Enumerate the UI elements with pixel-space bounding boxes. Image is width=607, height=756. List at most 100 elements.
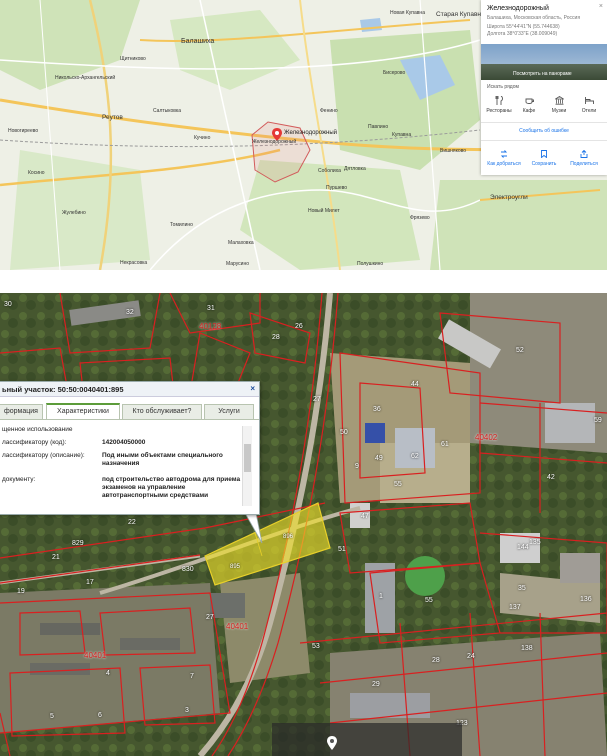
- row-value: под строительство автодрома для приема э…: [102, 476, 241, 499]
- row-key: документу:: [2, 476, 36, 483]
- lot-number: 9: [355, 463, 359, 470]
- row-value: 142004050000: [102, 439, 146, 446]
- nearby-label: Отели: [581, 108, 597, 114]
- place-info-panel: Железнодорожный × Балашиха, Московская о…: [481, 0, 607, 175]
- lot-number: 135: [529, 539, 541, 546]
- lot-number: 27: [313, 396, 321, 403]
- city-zheleznodorozhny-sub: Железнодорожный: [252, 139, 297, 145]
- label-830: 830: [182, 566, 194, 573]
- place-label: Косино: [28, 170, 45, 176]
- place-label: Бисерово: [383, 70, 406, 76]
- place-label: Щитниково: [120, 56, 146, 62]
- label-895: 895: [230, 564, 241, 570]
- lot-number: 29: [372, 681, 380, 688]
- place-label: Кучино: [194, 135, 211, 141]
- nearby-cafes-button[interactable]: Кафе: [514, 96, 544, 114]
- place-label: Новый Милет: [308, 208, 340, 214]
- report-error-link[interactable]: Сообщить об ошибке: [481, 128, 607, 134]
- place-label: Купавна: [392, 132, 412, 138]
- save-button[interactable]: Сохранить: [524, 150, 564, 167]
- row-key: лассификатору (описание):: [2, 452, 85, 459]
- lot-number: 49: [375, 455, 383, 462]
- location-pin-icon[interactable]: [327, 736, 337, 750]
- nearby-restaurants-button[interactable]: Рестораны: [484, 96, 514, 114]
- lot-number: 144: [517, 544, 529, 551]
- share-button[interactable]: Поделиться: [564, 150, 604, 167]
- place-label: Новогиреево: [8, 128, 39, 134]
- city-zheleznodorozhny-marker: Железнодорожный: [284, 130, 338, 136]
- save-label: Сохранить: [531, 161, 557, 167]
- place-label: Никольско-Архангельский: [55, 75, 116, 81]
- lot-number: 55: [394, 481, 402, 488]
- city-reutov: Реутов: [102, 114, 123, 121]
- nearby-label: Кафе: [522, 108, 536, 114]
- place-label: Фрязево: [410, 215, 430, 221]
- label-40401-b: 40401: [84, 651, 107, 660]
- lot-number: 22: [128, 519, 136, 526]
- lot-number: 59: [594, 417, 602, 424]
- close-icon[interactable]: ×: [250, 384, 255, 393]
- tab-characteristics[interactable]: Характеристики: [46, 403, 120, 420]
- lot-number: 55: [425, 597, 433, 604]
- lot-number: 136: [580, 596, 592, 603]
- label-40402: 40402: [475, 433, 498, 442]
- lot-number: 30: [4, 301, 12, 308]
- lot-number: 1: [379, 593, 383, 600]
- lot-number: 52: [516, 347, 524, 354]
- close-icon[interactable]: ×: [599, 3, 603, 10]
- directions-label: Как добраться: [487, 161, 521, 167]
- city-staraya-kupavna: Старая Купавна: [436, 11, 485, 18]
- place-label: Некрасовка: [120, 260, 148, 266]
- place-label: Пуршево: [326, 185, 347, 191]
- lot-number: 62: [411, 453, 419, 460]
- hotel-icon: [584, 97, 594, 104]
- place-label: Жулебино: [62, 210, 86, 216]
- nearby-museums-button[interactable]: Музеи: [544, 96, 574, 114]
- lot-number: 21: [52, 554, 60, 561]
- divider: [481, 122, 607, 123]
- label-896: 896: [283, 534, 294, 540]
- place-label: Новая Купавна: [390, 10, 425, 16]
- panorama-caption[interactable]: Посмотреть на панораме: [513, 71, 572, 77]
- lot-number: 51: [338, 546, 346, 553]
- lot-number: 6: [98, 712, 102, 719]
- lot-number: 4: [106, 670, 110, 677]
- place-label: Полушкино: [357, 261, 384, 267]
- cadastral-map[interactable]: 896 895 40401 40401 40402 40128 830 829 …: [0, 293, 607, 756]
- lot-number: 36: [373, 406, 381, 413]
- label-40401-a: 40401: [226, 622, 249, 631]
- directions-button[interactable]: Как добраться: [484, 150, 524, 167]
- satellite-canvas: [0, 293, 607, 756]
- place-label: Соболиха: [318, 168, 341, 174]
- tab-who-serves[interactable]: Кто обслуживает?: [122, 404, 202, 420]
- lot-number: 27: [206, 614, 214, 621]
- popup-header: ьный участок: 50:50:0040401:895 ×: [0, 382, 259, 397]
- overview-map[interactable]: Балашиха Реутов Железнодорожный Железнод…: [0, 0, 607, 270]
- tab-services[interactable]: Услуги: [204, 404, 254, 420]
- place-label: Павлино: [368, 124, 389, 130]
- lot-number: 19: [17, 588, 25, 595]
- divider: [481, 140, 607, 141]
- lot-number: 24: [467, 653, 475, 660]
- lot-number: 28: [432, 657, 440, 664]
- lot-number: 26: [295, 323, 303, 330]
- tab-divider: [0, 419, 259, 420]
- tab-information[interactable]: формация: [0, 404, 43, 420]
- lot-number: 17: [86, 579, 94, 586]
- nearby-title: Искать рядом: [487, 84, 519, 90]
- nearby-label: Музеи: [551, 108, 567, 114]
- place-label: Малаховка: [228, 240, 254, 246]
- scrollbar-thumb[interactable]: [244, 444, 251, 472]
- lot-number: 50: [340, 429, 348, 436]
- row-key: лассификатору (код):: [2, 439, 67, 446]
- label-829: 829: [72, 540, 84, 547]
- lot-number: 138: [521, 645, 533, 652]
- museum-icon: [554, 96, 564, 105]
- label-40128: 40128: [199, 322, 222, 331]
- place-label: Фенино: [320, 108, 338, 114]
- bookmark-icon: [541, 150, 547, 158]
- lot-number: 32: [126, 309, 134, 316]
- popup-scrollbar[interactable]: [242, 426, 252, 506]
- cafe-icon: [525, 98, 534, 104]
- nearby-hotels-button[interactable]: Отели: [574, 96, 604, 114]
